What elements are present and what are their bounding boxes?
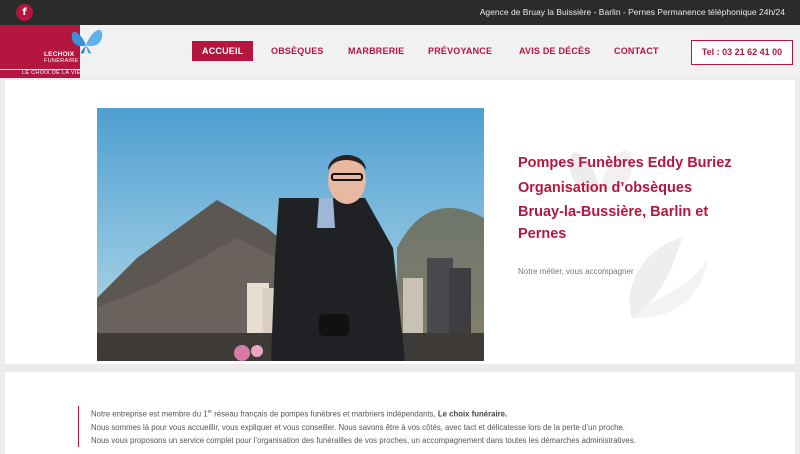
nav-item-accueil[interactable]: ACCUEIL <box>192 41 254 61</box>
hero-title-line-3: Bruay-la-Bussière, Barlin et Pernes <box>518 204 709 242</box>
nav-item-contact[interactable]: CONTACT <box>614 41 659 61</box>
nav-item-prevoyance[interactable]: PRÉVOYANCE <box>428 41 492 61</box>
hero-title-line-1: Pompes Funèbres Eddy Buriez <box>518 155 732 171</box>
intro-network-name: Le choix funéraire. <box>437 409 508 419</box>
nav-item-avis-de-deces[interactable]: AVIS DE DÉCÈS <box>519 41 590 61</box>
facebook-icon[interactable]: f <box>16 4 33 21</box>
intro-line1-pre: Notre entreprise est membre du 1 <box>91 409 208 419</box>
agency-info: Agence de Bruay la Buissière - Barlin - … <box>479 7 785 17</box>
hero-photo <box>97 108 484 361</box>
hero-subtitle: Notre métier, vous accompagner <box>518 267 634 276</box>
logo-tagline: LE CHOIX DE LA VIE <box>22 70 81 76</box>
nav-item-marbrerie[interactable]: MARBRERIE <box>348 41 404 61</box>
hero-title-line-2: Organisation d’obsèques <box>518 179 693 196</box>
main-nav: ACCUEIL OBSÈQUES MARBRERIE PRÉVOYANCE AV… <box>0 41 800 61</box>
phone-button[interactable]: Tel : 03 21 62 41 00 <box>691 40 793 65</box>
intro-line1-post: réseau français de pompes funèbres et ma… <box>212 409 438 419</box>
intro-text: Notre entreprise est membre du 1er résea… <box>78 406 638 447</box>
intro-line2: Nous sommes là pour vous accueillir, vou… <box>91 422 636 445</box>
hero-title: Pompes Funèbres Eddy Buriez Organisation… <box>518 153 738 248</box>
nav-item-obseques[interactable]: OBSÈQUES <box>271 41 324 61</box>
top-bar: f Agence de Bruay la Buissière - Barlin … <box>0 0 800 25</box>
